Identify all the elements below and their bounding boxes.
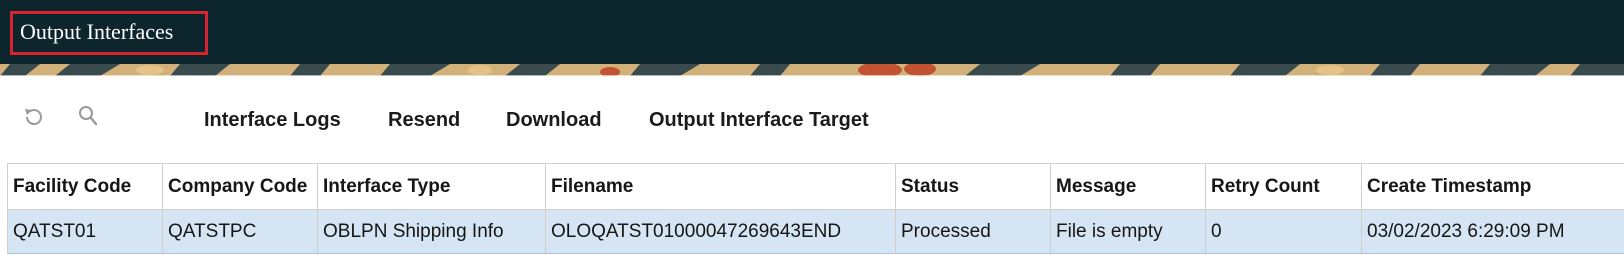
column-header-interface-type[interactable]: Interface Type <box>317 163 546 210</box>
toolbar: Interface Logs Resend Download Output In… <box>0 92 1624 148</box>
table-header-row: Facility Code Company Code Interface Typ… <box>7 163 1624 210</box>
column-header-company-code[interactable]: Company Code <box>162 163 318 210</box>
decorative-banner <box>0 64 1624 76</box>
app-header: Output Interfaces <box>0 0 1624 64</box>
column-header-facility-code[interactable]: Facility Code <box>7 163 163 210</box>
column-header-message[interactable]: Message <box>1050 163 1206 210</box>
cell-company-code[interactable]: QATSTPC <box>162 209 318 254</box>
download-button[interactable]: Download <box>506 109 602 132</box>
cell-retry-count[interactable]: 0 <box>1205 209 1362 254</box>
table-row[interactable]: QATST01 QATSTPC OBLPN Shipping Info OLOQ… <box>7 209 1624 254</box>
column-header-filename[interactable]: Filename <box>545 163 896 210</box>
column-header-retry-count[interactable]: Retry Count <box>1205 163 1362 210</box>
page-title: Output Interfaces <box>20 19 174 44</box>
cell-facility-code[interactable]: QATST01 <box>7 209 163 254</box>
refresh-icon[interactable] <box>21 104 47 130</box>
cell-status[interactable]: Processed <box>895 209 1051 254</box>
output-interface-target-button[interactable]: Output Interface Target <box>649 109 869 132</box>
cell-create-timestamp[interactable]: 03/02/2023 6:29:09 PM <box>1361 209 1624 254</box>
column-header-status[interactable]: Status <box>895 163 1051 210</box>
search-icon[interactable] <box>76 104 102 130</box>
cell-message[interactable]: File is empty <box>1050 209 1206 254</box>
interface-logs-button[interactable]: Interface Logs <box>204 109 341 132</box>
cell-filename[interactable]: OLOQATST01000047269643END <box>545 209 896 254</box>
output-interfaces-table: Facility Code Company Code Interface Typ… <box>7 163 1624 254</box>
cell-interface-type[interactable]: OBLPN Shipping Info <box>317 209 546 254</box>
resend-button[interactable]: Resend <box>388 109 460 132</box>
column-header-create-timestamp[interactable]: Create Timestamp <box>1361 163 1624 210</box>
